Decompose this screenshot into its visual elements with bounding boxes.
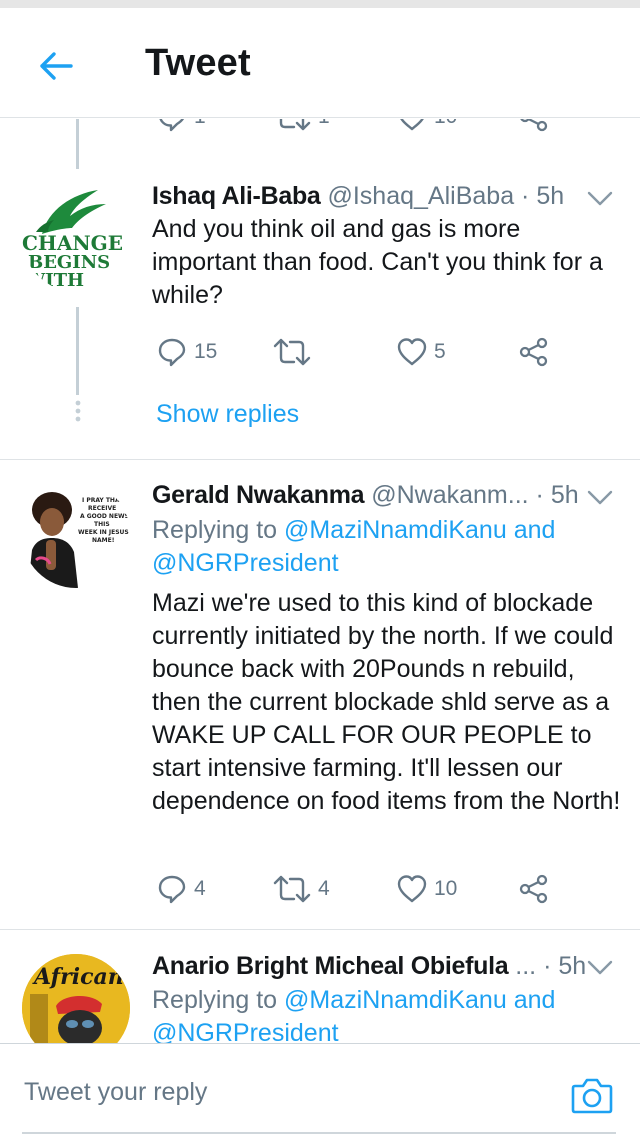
share-button[interactable] <box>518 332 550 372</box>
tweet-header: Anario Bright Micheal Obiefula ... · 5h <box>152 951 622 981</box>
change-begins-logo-icon: CHANGE BEGINS WITH <box>22 182 132 292</box>
reply-icon <box>158 875 186 904</box>
replying-prefix: Replying to <box>152 516 278 544</box>
arrow-left-icon <box>40 52 73 80</box>
like-count: 5 <box>434 340 446 363</box>
reply-count: 15 <box>194 340 218 363</box>
replying-prefix: Replying to <box>152 986 278 1014</box>
like-button[interactable]: 5 <box>396 332 446 372</box>
share-button[interactable] <box>518 869 550 909</box>
mention-link[interactable]: @MaziNnamdiKanu <box>284 986 507 1014</box>
user-handle[interactable]: @Ishaq_AliBaba <box>327 182 514 210</box>
avatar-caption-2: RECEIVE <box>88 505 116 512</box>
show-replies-link[interactable]: Show replies <box>156 400 299 429</box>
tweet-ishaq[interactable]: CHANGE BEGINS WITH Ishaq Ali-Baba @Ishaq… <box>0 119 640 459</box>
child-praying-photo-icon: I PRAY THAT I RECEIVE A GOOD NEWS THIS W… <box>22 480 130 588</box>
avatar[interactable]: African <box>22 954 130 1043</box>
reply-icon <box>158 338 186 367</box>
user-handle[interactable]: ... <box>515 952 536 980</box>
tweet-reply-input[interactable] <box>24 1078 524 1107</box>
and-word: and <box>513 516 556 544</box>
heart-icon <box>397 875 427 903</box>
retweet-button[interactable] <box>272 332 318 372</box>
african-magazine-cover-icon: African <box>22 954 130 1043</box>
display-name[interactable]: Anario Bright Micheal Obiefula <box>152 952 509 980</box>
page-title: Tweet <box>145 42 251 84</box>
retweet-count: 4 <box>318 877 330 900</box>
replying-to: Replying to @MaziNnamdiKanu and @NGRPres… <box>152 514 622 580</box>
magazine-title: African <box>32 964 124 990</box>
tweet-text: Mazi we're used to this kind of blockade… <box>152 589 621 815</box>
avatar-caption-1: I PRAY THAT I <box>82 497 128 504</box>
camera-button[interactable] <box>570 1074 614 1118</box>
tweet-gerald[interactable]: I PRAY THAT I RECEIVE A GOOD NEWS THIS W… <box>0 460 640 928</box>
replying-to: Replying to @MaziNnamdiKanu and @NGRPres… <box>152 984 622 1043</box>
chevron-down-icon[interactable] <box>586 488 614 508</box>
reply-input-underline <box>22 1132 616 1134</box>
and-word: and <box>513 986 556 1014</box>
tweet-time: · 5h <box>543 952 587 980</box>
retweet-icon <box>273 875 311 903</box>
camera-icon <box>571 1078 613 1114</box>
status-bar <box>0 0 640 8</box>
share-icon <box>519 337 548 367</box>
conversation-feed[interactable]: 1 1 10 CHANGE BEGINS WITH <box>0 119 640 1043</box>
retweet-icon <box>273 338 311 366</box>
tweet-time: · 5h <box>535 481 579 509</box>
display-name[interactable]: Ishaq Ali-Baba <box>152 182 321 210</box>
tweet-text: And you think oil and gas is more import… <box>152 215 603 309</box>
reply-button[interactable]: 15 <box>156 332 217 372</box>
tweet-anario[interactable]: African Anario Bright Micheal Obiefula .… <box>0 930 640 1043</box>
tweet-header: Gerald Nwakanma @Nwakanm... · 5h <box>152 480 622 510</box>
avatar[interactable]: I PRAY THAT I RECEIVE A GOOD NEWS THIS W… <box>22 480 130 588</box>
chevron-down-icon[interactable] <box>586 189 614 209</box>
avatar-text-line3: WITH <box>24 270 84 291</box>
like-count: 10 <box>434 877 458 900</box>
avatar-caption-6: NAME! <box>92 537 114 544</box>
tweet-actions: 15 5 <box>152 332 572 372</box>
avatar-caption-5: WEEK IN JESUS <box>78 529 129 536</box>
mention-link[interactable]: @NGRPresident <box>152 549 339 577</box>
mention-link[interactable]: @MaziNnamdiKanu <box>284 516 507 544</box>
avatar-caption-4: THIS <box>94 521 110 528</box>
display-name[interactable]: Gerald Nwakanma <box>152 481 365 509</box>
heart-icon <box>397 338 427 366</box>
tweet-actions-gerald: 4 4 10 <box>152 869 572 909</box>
tweet-time: · 5h <box>521 182 565 210</box>
share-icon <box>519 874 548 904</box>
top-app-bar: Tweet <box>0 8 640 118</box>
mention-link[interactable]: @NGRPresident <box>152 1019 339 1043</box>
reply-composer <box>0 1043 640 1147</box>
avatar[interactable]: CHANGE BEGINS WITH <box>22 182 132 292</box>
retweet-button[interactable]: 4 <box>272 869 330 909</box>
like-button[interactable]: 10 <box>396 869 457 909</box>
tweet-header: Ishaq Ali-Baba @Ishaq_AliBaba · 5h <box>152 181 622 211</box>
avatar-caption-3: A GOOD NEWS <box>80 513 129 520</box>
reply-button[interactable]: 4 <box>156 869 206 909</box>
chevron-down-icon[interactable] <box>586 958 614 978</box>
back-button[interactable] <box>34 44 78 88</box>
user-handle[interactable]: @Nwakanm... <box>371 481 528 509</box>
reply-count: 4 <box>194 877 206 900</box>
